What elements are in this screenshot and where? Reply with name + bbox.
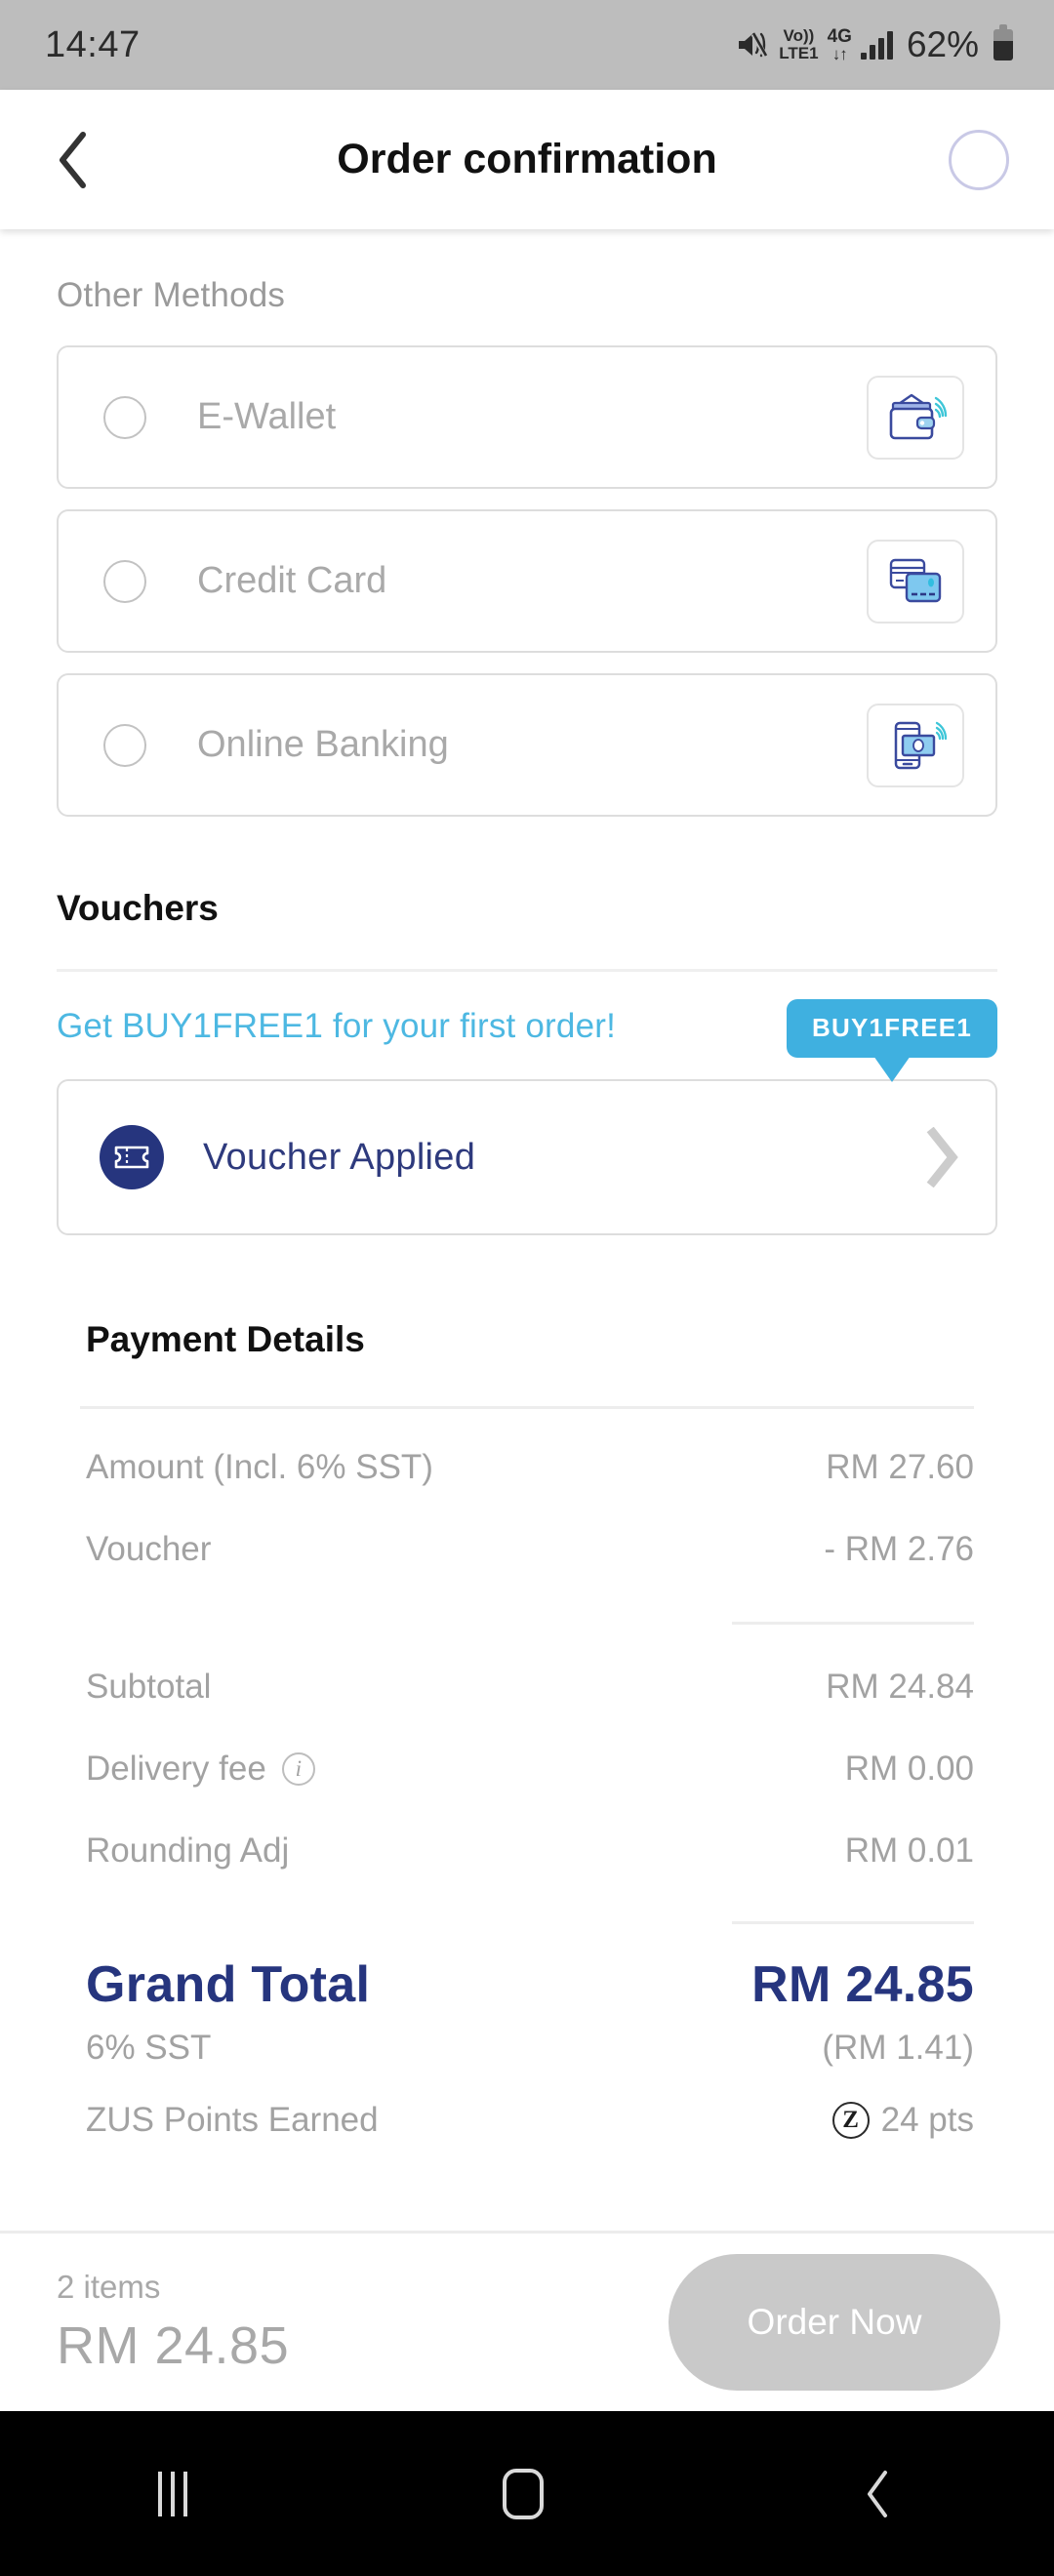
page-title: Order confirmation: [337, 136, 717, 182]
info-icon[interactable]: i: [281, 1752, 315, 1786]
wallet-nfc-icon: [867, 375, 964, 460]
grand-total-row: Grand Total RM 24.85: [0, 1955, 1054, 2014]
mute-icon: [739, 32, 768, 58]
volte-top-label: Vo)): [783, 26, 815, 46]
grand-total-value: RM 24.85: [751, 1956, 974, 2013]
payment-details-rows-top: Amount (Incl. 6% SST) RM 27.60 Voucher -…: [0, 1409, 1054, 1590]
row-value: RM 0.00: [844, 1750, 974, 1788]
home-icon[interactable]: [502, 2468, 544, 2519]
row-value: - RM 2.76: [824, 1530, 974, 1568]
sst-value: (RM 1.41): [822, 2029, 974, 2067]
back-chevron-icon: [60, 131, 86, 188]
voucher-code-badge: BUY1FREE1: [787, 999, 997, 1058]
loading-circle-icon: [949, 129, 1009, 190]
payment-method-label: Credit Card: [197, 560, 387, 601]
ticket-icon: [100, 1125, 164, 1189]
voucher-applied-row[interactable]: Voucher Applied: [57, 1079, 997, 1235]
table-row: Voucher - RM 2.76: [86, 1509, 974, 1590]
scroll-content: Other Methods E-Wallet Credit Card Onlin…: [0, 229, 1054, 2158]
payment-method-online-banking[interactable]: Online Banking: [57, 673, 997, 817]
grand-total-rule: [732, 1921, 974, 1924]
row-label: Rounding Adj: [86, 1831, 290, 1870]
table-row: 6% SST (RM 1.41): [86, 2014, 974, 2082]
vouchers-label: Vouchers: [57, 888, 219, 928]
row-label: Subtotal: [86, 1668, 212, 1706]
network-type-label: 4G: [827, 25, 852, 47]
order-summary-bar: 2 items RM 24.85 Order Now: [0, 2231, 1054, 2411]
other-methods-label: Other Methods: [57, 276, 286, 314]
vouchers-section: Vouchers Get BUY1FREE1 for your first or…: [0, 817, 1054, 1235]
voucher-promo-text[interactable]: Get BUY1FREE1 for your first order!: [57, 1007, 616, 1046]
table-row: Rounding Adj RM 0.01: [86, 1810, 974, 1892]
mobile-banking-nfc-icon: [867, 703, 964, 787]
payment-details-footnotes: 6% SST (RM 1.41) ZUS Points Earned Z 24 …: [0, 2014, 1054, 2158]
chevron-right-icon: [926, 1127, 958, 1187]
signal-bars-icon: [860, 30, 893, 60]
radio-credit-card[interactable]: [103, 559, 146, 603]
table-row: Amount (Incl. 6% SST) RM 27.60: [86, 1427, 974, 1509]
delivery-fee-label: Delivery fee: [86, 1750, 266, 1788]
row-label: Delivery fee i: [86, 1750, 315, 1789]
row-value: RM 0.01: [844, 1831, 974, 1870]
android-nav-bar: [0, 2411, 1054, 2576]
battery-percent-label: 62%: [906, 24, 979, 64]
payment-method-ewallet[interactable]: E-Wallet: [57, 345, 997, 489]
radio-online-banking[interactable]: [103, 723, 146, 767]
zus-points-amount: 24 pts: [880, 2101, 974, 2139]
row-value: RM 27.60: [826, 1448, 974, 1486]
payment-methods-list: E-Wallet Credit Card Online Banking: [0, 315, 1054, 817]
table-row: Subtotal RM 24.84: [86, 1646, 974, 1728]
battery-icon: [993, 24, 1013, 60]
voucher-applied-label: Voucher Applied: [203, 1136, 476, 1178]
table-row: ZUS Points Earned Z 24 pts: [86, 2082, 974, 2158]
zus-points-label: ZUS Points Earned: [86, 2101, 379, 2139]
status-time: 14:47: [45, 23, 141, 65]
payment-details-title: Payment Details: [86, 1319, 365, 1359]
row-value: RM 24.84: [826, 1668, 974, 1706]
status-indicators: Vo)) LTE1 4G ↓↑ 62%: [737, 24, 1013, 65]
payment-details-rows-bottom: Subtotal RM 24.84 Delivery fee i RM 0.00…: [0, 1625, 1054, 1892]
grand-total-label: Grand Total: [86, 1956, 371, 2013]
radio-ewallet[interactable]: [103, 395, 146, 439]
order-summary-left: 2 items RM 24.85: [57, 2269, 289, 2376]
network-indicator: 4G ↓↑: [827, 25, 852, 64]
recent-apps-icon[interactable]: [157, 2471, 187, 2516]
volte-bottom-label: LTE1: [779, 44, 819, 62]
table-row: Delivery fee i RM 0.00: [86, 1728, 974, 1810]
payment-method-label: Online Banking: [197, 724, 449, 765]
row-label: Amount (Incl. 6% SST): [86, 1448, 433, 1486]
app-header: Order confirmation: [0, 90, 1054, 229]
volte-indicator: Vo)) LTE1: [779, 27, 818, 61]
nav-back-icon[interactable]: [859, 2467, 896, 2521]
order-now-button[interactable]: Order Now: [669, 2254, 1000, 2391]
payment-method-label: E-Wallet: [197, 396, 337, 437]
back-button[interactable]: [41, 128, 105, 192]
voucher-promo-row: Get BUY1FREE1 for your first order! BUY1…: [0, 972, 1054, 1058]
data-transfer-arrows-icon: ↓↑: [831, 45, 848, 64]
status-bar: 14:47 Vo)) LTE1 4G ↓↑ 62%: [0, 0, 1054, 90]
zus-points-value: Z 24 pts: [831, 2101, 974, 2140]
row-label: Voucher: [86, 1530, 212, 1568]
zus-logo-icon: Z: [831, 2102, 870, 2139]
payment-method-credit-card[interactable]: Credit Card: [57, 509, 997, 653]
credit-card-icon: [867, 539, 964, 624]
payment-details-section: Payment Details Amount (Incl. 6% SST) RM…: [0, 1235, 1054, 2158]
order-confirmation-screen: 14:47 Vo)) LTE1 4G ↓↑ 62% Order confirma…: [0, 0, 1054, 2576]
order-total-amount: RM 24.85: [57, 2316, 290, 2375]
sst-label: 6% SST: [86, 2029, 212, 2067]
items-count-label: 2 items: [57, 2269, 161, 2305]
